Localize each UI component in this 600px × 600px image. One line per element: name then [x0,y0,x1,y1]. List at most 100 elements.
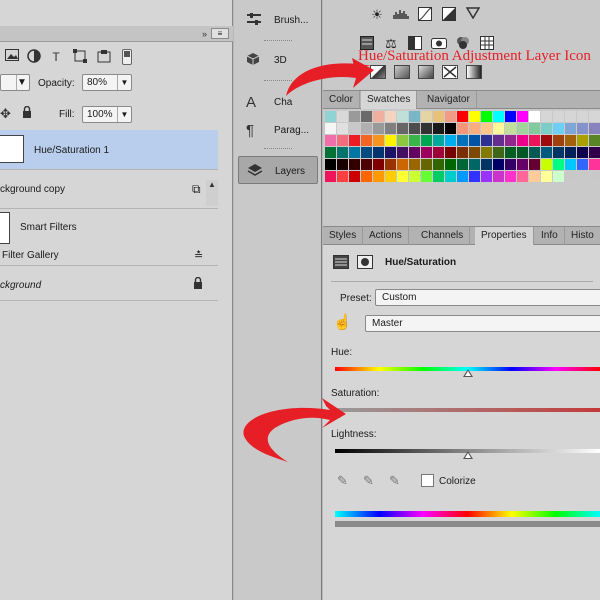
preset-select[interactable]: Custom [375,289,600,306]
swatch[interactable] [589,123,600,134]
swatch[interactable] [457,171,468,182]
swatch[interactable] [481,171,492,182]
swatch[interactable] [433,135,444,146]
swatch[interactable] [577,111,588,122]
swatch[interactable] [469,147,480,158]
layer-row-hue-saturation[interactable]: Hue/Saturation 1 [0,130,218,170]
swatch[interactable] [373,135,384,146]
eyedropper-add-icon[interactable]: ✎ [363,473,374,489]
adjustment-filter-icon[interactable] [26,49,42,65]
swatch[interactable] [385,135,396,146]
swatch[interactable] [361,147,372,158]
swatch[interactable] [553,111,564,122]
swatch[interactable] [529,123,540,134]
swatch[interactable] [349,159,360,170]
swatch[interactable] [505,111,516,122]
dock-item-character[interactable]: A Cha [238,88,318,116]
swatch[interactable] [337,123,348,134]
swatch[interactable] [433,159,444,170]
tab-navigator[interactable]: Navigator [421,91,477,109]
swatch[interactable] [445,159,456,170]
chevron-down-icon[interactable]: ▼ [16,74,30,91]
colorize-checkbox[interactable] [421,474,434,487]
targeted-adjustment-icon[interactable]: ☝ [333,313,352,331]
swatch[interactable] [325,135,336,146]
swatch[interactable] [409,135,420,146]
image-filter-icon[interactable] [4,49,20,65]
swatch[interactable] [433,111,444,122]
tab-info[interactable]: Info [535,227,565,245]
swatch[interactable] [517,135,528,146]
saturation-slider-track[interactable] [335,408,600,412]
chevron-down-icon[interactable]: ▼ [117,107,131,122]
hue-slider-thumb[interactable] [462,369,473,377]
swatch[interactable] [361,123,372,134]
swatch[interactable] [457,159,468,170]
swatch[interactable] [397,159,408,170]
swatch[interactable] [409,111,420,122]
vibrance-icon[interactable] [465,7,481,23]
fill-field[interactable]: 100% ▼ [82,106,132,123]
brightness-contrast-icon[interactable]: ☀ [369,7,385,23]
type-filter-icon[interactable]: T [48,49,64,65]
swatch[interactable] [481,147,492,158]
swatch[interactable] [481,159,492,170]
swatch[interactable] [565,159,576,170]
scrollbar[interactable]: ▲ [206,180,218,206]
tab-properties[interactable]: Properties [475,227,534,245]
swatch[interactable] [325,123,336,134]
swatch[interactable] [469,123,480,134]
swatch[interactable] [481,135,492,146]
swatch[interactable] [349,111,360,122]
eyedropper-icon[interactable]: ✎ [337,473,348,489]
swatch[interactable] [373,111,384,122]
swatch[interactable] [565,135,576,146]
swatch[interactable] [553,135,564,146]
swatch[interactable] [325,111,336,122]
swatch[interactable] [325,171,336,182]
swatch[interactable] [409,159,420,170]
swatch[interactable] [409,123,420,134]
layer-row-background-copy[interactable]: ckground copy ⧉ [0,171,218,209]
swatch[interactable] [505,159,516,170]
swatch[interactable] [541,123,552,134]
swatch[interactable] [445,123,456,134]
swatch[interactable] [577,171,588,182]
smart-object-filter-icon[interactable] [96,49,112,65]
panel-menu-icon[interactable]: ≡ [211,28,229,39]
filter-toggle[interactable] [122,49,132,65]
swatch[interactable] [517,171,528,182]
swatch[interactable] [553,123,564,134]
swatch[interactable] [397,111,408,122]
swatch[interactable] [517,147,528,158]
swatch[interactable] [385,159,396,170]
swatch[interactable] [553,171,564,182]
channel-select[interactable]: Master [365,315,600,332]
swatch[interactable] [433,147,444,158]
layer-row-smart-filters[interactable]: Smart Filters [0,210,218,248]
swatch[interactable] [373,123,384,134]
swatch[interactable] [577,123,588,134]
swatch[interactable] [577,159,588,170]
swatch[interactable] [517,123,528,134]
layer-mask-icon[interactable] [357,255,373,269]
swatch[interactable] [385,171,396,182]
dock-item-3d[interactable]: 3D [238,46,318,74]
swatch[interactable] [469,171,480,182]
swatch[interactable] [409,171,420,182]
swatch[interactable] [421,123,432,134]
swatch[interactable] [541,159,552,170]
opacity-field[interactable]: 80% ▼ [82,74,132,91]
swatch[interactable] [493,147,504,158]
swatch[interactable] [445,135,456,146]
swatch[interactable] [373,159,384,170]
swatch[interactable] [457,147,468,158]
swatch[interactable] [493,111,504,122]
swatch[interactable] [421,171,432,182]
gradient-map-icon[interactable] [466,65,482,79]
chevron-down-icon[interactable]: ▼ [117,75,131,90]
swatch[interactable] [421,147,432,158]
swatch[interactable] [397,123,408,134]
swatch[interactable] [493,135,504,146]
swatch[interactable] [505,171,516,182]
